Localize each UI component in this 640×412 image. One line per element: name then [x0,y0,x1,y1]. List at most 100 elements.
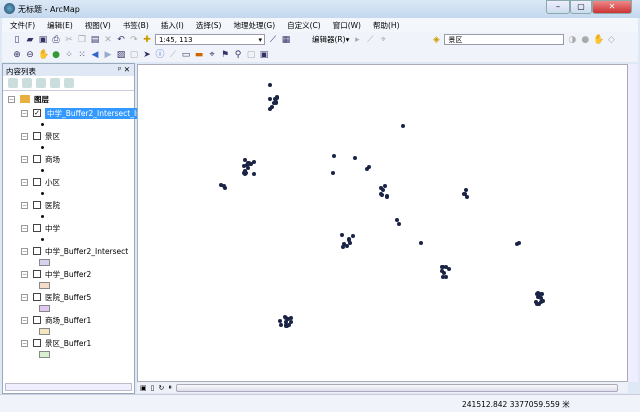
cut-icon[interactable]: ✂ [64,35,74,45]
route-icon[interactable]: ⚑ [220,50,230,60]
map-point[interactable] [273,100,278,105]
pan-icon[interactable]: ✋ [38,50,49,60]
layer-checkbox[interactable] [33,132,41,140]
layers-group[interactable]: − 图层 [8,93,49,105]
select-elements-icon[interactable]: ➤ [142,50,152,60]
open-icon[interactable]: ▰ [25,35,35,45]
map-point[interactable] [252,160,257,165]
effect-icon[interactable]: ● [580,35,590,45]
toc-close-icon[interactable]: ✕ [124,65,130,74]
collapse-icon[interactable]: − [21,339,28,347]
layer-checkbox[interactable]: ✓ [33,109,41,117]
menu-file[interactable]: 文件(F) [2,18,39,32]
layout-view-icon[interactable]: ▯ [151,384,155,392]
menu-windows[interactable]: 窗口(W) [325,18,365,32]
collapse-icon[interactable]: − [8,95,15,103]
edit-tool-icon[interactable]: ▸ [352,35,362,45]
layer-item[interactable]: − 景区 [21,130,60,142]
collapse-icon[interactable]: − [21,224,28,232]
clear-selection-icon[interactable]: ▢ [129,50,139,60]
data-view-icon[interactable]: ▣ [140,384,147,392]
measure-icon[interactable]: ▬ [194,50,204,60]
menu-bookmarks[interactable]: 书签(B) [115,18,153,32]
map-point[interactable] [243,170,248,175]
collapse-icon[interactable]: − [21,247,28,255]
map-point[interactable] [517,241,522,246]
maximize-button[interactable]: ▢ [570,0,592,14]
viewer-icon[interactable]: ▣ [259,50,269,60]
collapse-icon[interactable]: − [21,132,28,140]
layer-checkbox[interactable] [33,247,41,255]
map-point[interactable] [396,222,401,227]
collapse-icon[interactable]: − [21,316,28,324]
layer-checkbox[interactable] [33,293,41,301]
toc-horizontal-scrollbar[interactable] [5,383,132,391]
close-button[interactable]: ✕ [592,0,632,14]
find-icon[interactable]: ⌖ [207,50,217,60]
layer-combo[interactable]: 景区 [444,34,565,45]
print-icon[interactable]: ⎙ [51,35,61,45]
hyperlink-icon[interactable]: ⟋ [168,50,178,60]
map-point[interactable] [447,266,452,271]
map-point[interactable] [268,83,272,87]
map-point[interactable] [270,105,275,110]
fixed-zoom-in-icon[interactable]: ⁘ [64,50,74,60]
pin-icon[interactable]: ᵖ [118,65,121,74]
map-point[interactable] [439,269,444,274]
options-icon[interactable] [64,78,74,88]
forward-icon[interactable]: ▶ [103,50,113,60]
map-horizontal-scrollbar[interactable] [175,383,618,392]
vertex-icon[interactable]: ⌖ [378,35,388,45]
sketch-icon[interactable]: ⟋ [365,35,375,45]
scale-input[interactable]: 1:45, 113 [155,34,265,45]
map-point[interactable] [222,186,227,191]
layer-item[interactable]: − 医院 [21,199,60,211]
html-popup-icon[interactable]: ▭ [181,50,191,60]
refresh-icon[interactable]: ↻ [158,384,164,392]
list-by-drawing-order-icon[interactable] [8,78,18,88]
editor-menu[interactable]: 编辑器(R)▾ [312,34,349,45]
map-point[interactable] [275,95,280,100]
collapse-icon[interactable]: − [21,293,28,301]
menu-selection[interactable]: 选择(S) [188,18,226,32]
new-icon[interactable]: ▯ [12,35,22,45]
menu-geoprocessing[interactable]: 地理处理(G) [225,18,279,32]
map-point[interactable] [378,185,383,190]
map-point[interactable] [366,164,371,169]
collapse-icon[interactable]: − [21,109,28,117]
map-point[interactable] [535,294,540,299]
layer-checkbox[interactable] [33,178,41,186]
layer-checkbox[interactable] [33,316,41,324]
list-by-selection-icon[interactable] [50,78,60,88]
layer-item[interactable]: − 景区_Buffer1 [21,337,91,349]
xy-icon[interactable]: ⚲ [233,50,243,60]
map-point[interactable] [252,172,257,177]
zoom-in-icon[interactable]: ⊕ [12,50,22,60]
map-point[interactable] [444,275,449,280]
fixed-zoom-out-icon[interactable]: ⁙ [77,50,87,60]
menu-view[interactable]: 视图(V) [77,18,115,32]
menu-edit[interactable]: 编辑(E) [39,18,77,32]
map-point[interactable] [332,154,336,158]
redo-icon[interactable]: ↷ [129,35,139,45]
layer-item[interactable]: − ✓ 中学_Buffer2_Intersect_Inter [21,107,154,119]
layer-checkbox[interactable] [33,155,41,163]
layer-item[interactable]: − 中学 [21,222,60,234]
layer-checkbox[interactable] [33,339,41,347]
undo-icon[interactable]: ↶ [116,35,126,45]
map-point[interactable] [246,161,251,166]
pause-icon[interactable]: ⏸ [168,383,172,392]
full-extent-icon[interactable]: ● [51,50,61,60]
list-by-source-icon[interactable] [22,78,32,88]
layer-checkbox[interactable] [33,270,41,278]
collapse-icon[interactable]: − [21,155,28,163]
map-point[interactable] [279,322,284,327]
map-point[interactable] [541,298,546,303]
map-point[interactable] [534,301,539,306]
flicker-icon[interactable]: ◇ [606,35,616,45]
menu-customize[interactable]: 自定义(C) [279,18,325,32]
zoom-out-icon[interactable]: ⊖ [25,50,35,60]
layer-item[interactable]: − 中学_Buffer2 [21,268,91,280]
layer-item[interactable]: − 商场_Buffer1 [21,314,91,326]
minimize-button[interactable]: – [546,0,570,14]
